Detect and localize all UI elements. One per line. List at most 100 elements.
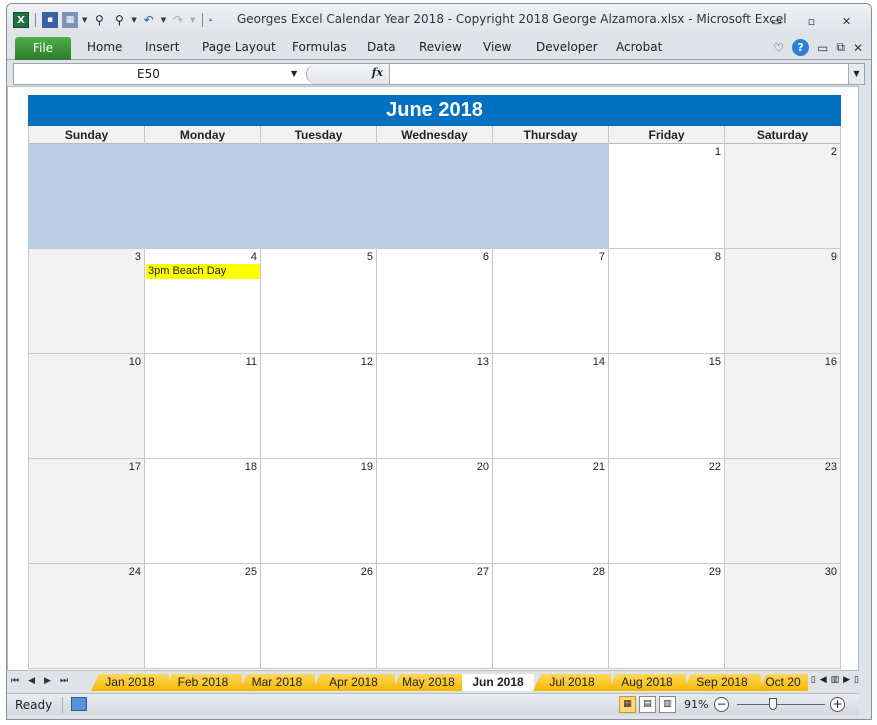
horizontal-scrollbar[interactable]: ▯ ◀ ▥ ▶ ▯	[811, 675, 859, 685]
blank-day-cell[interactable]	[376, 144, 492, 249]
close-button[interactable]: ✕	[829, 12, 864, 30]
calendar-event[interactable]: 3pm Beach Day	[146, 264, 260, 279]
day-cell[interactable]: 20	[376, 459, 492, 564]
restore-button[interactable]: ▫	[794, 12, 829, 30]
tab-developer[interactable]: Developer	[536, 40, 598, 54]
help-icon[interactable]: ?	[792, 39, 810, 56]
blank-day-cell[interactable]	[144, 144, 260, 249]
tab-review[interactable]: Review	[419, 40, 462, 54]
tab-view[interactable]: View	[483, 40, 511, 54]
macro-record-icon[interactable]	[71, 697, 87, 711]
day-cell[interactable]: 1	[608, 144, 724, 249]
dropdown-arrow-icon[interactable]: ▼	[190, 16, 195, 24]
name-box-dropdown-icon[interactable]: ▼	[291, 64, 297, 84]
day-cell[interactable]: 22	[608, 459, 724, 564]
day-cell[interactable]: 6	[376, 249, 492, 354]
sheet-tab[interactable]: Jun 2018	[462, 674, 534, 691]
day-cell[interactable]: 13	[376, 354, 492, 459]
day-cell[interactable]: 14	[492, 354, 608, 459]
day-cell[interactable]: 23	[724, 459, 841, 564]
worksheet[interactable]: June 2018 Sunday Monday Tuesday Wednesday Th…	[7, 86, 859, 671]
zoom-level[interactable]: 91%	[684, 698, 708, 711]
scroll-right-icon[interactable]: ▶	[843, 675, 850, 685]
day-cell[interactable]: 19	[260, 459, 376, 564]
day-cell[interactable]: 9	[724, 249, 841, 354]
day-cell[interactable]: 21	[492, 459, 608, 564]
sheet-tab[interactable]: Feb 2018	[164, 674, 242, 691]
normal-view-icon[interactable]: ▦	[619, 696, 636, 713]
next-sheet-icon[interactable]: ▶	[44, 676, 51, 686]
day-cell[interactable]: 25	[144, 564, 260, 669]
day-cell[interactable]: 10	[28, 354, 144, 459]
zoom-out-button[interactable]: −	[714, 697, 729, 712]
zoom-slider-thumb[interactable]	[769, 698, 777, 710]
workbook-restore-button[interactable]: ⧉	[836, 40, 845, 55]
day-cell[interactable]: 26	[260, 564, 376, 669]
redo-icon[interactable]: ↷	[170, 12, 186, 28]
day-cell[interactable]: 3	[28, 249, 144, 354]
dropdown-arrow-icon[interactable]: ▼	[161, 16, 166, 24]
workbook-minimize-button[interactable]: ▭	[817, 41, 828, 55]
dropdown-arrow-icon[interactable]: ▼	[82, 16, 87, 24]
last-sheet-icon[interactable]: ⏭	[60, 676, 68, 686]
day-cell[interactable]: 24	[28, 564, 144, 669]
sheet-tab[interactable]: Jul 2018	[533, 674, 611, 691]
day-cell[interactable]: 17	[28, 459, 144, 564]
sheet-tab[interactable]: Aug 2018	[608, 674, 686, 691]
sheet-tab[interactable]: Apr 2018	[312, 674, 395, 691]
save-icon[interactable]: ▪	[42, 12, 58, 28]
day-cell[interactable]: 5	[260, 249, 376, 354]
sheet-tab[interactable]: May 2018	[392, 674, 465, 691]
day-cell[interactable]: 12	[260, 354, 376, 459]
tab-insert[interactable]: Insert	[145, 40, 179, 54]
day-cell[interactable]: 8	[608, 249, 724, 354]
workbook-close-button[interactable]: ✕	[853, 41, 863, 55]
sheet-tab[interactable]: Oct 20	[758, 674, 808, 691]
tab-home[interactable]: Home	[87, 40, 122, 54]
blank-day-cell[interactable]	[28, 144, 144, 249]
scroll-thumb[interactable]: ▥	[831, 675, 840, 685]
day-cell[interactable]: 27	[376, 564, 492, 669]
day-cell[interactable]: 30	[724, 564, 841, 669]
day-cell[interactable]: 11	[144, 354, 260, 459]
undo-icon[interactable]: ↶	[141, 12, 157, 28]
sheet-tab[interactable]: Sep 2018	[683, 674, 761, 691]
excel-app-icon[interactable]: X	[13, 12, 29, 28]
day-cell[interactable]: 7	[492, 249, 608, 354]
formula-input[interactable]	[392, 64, 848, 84]
minimize-button[interactable]: ▭	[759, 12, 794, 30]
prev-sheet-icon[interactable]: ◀	[28, 676, 35, 686]
tab-split-handle[interactable]: ▯	[811, 675, 816, 685]
dropdown-arrow-icon[interactable]: ▼	[131, 16, 136, 24]
zoom-slider-track[interactable]	[737, 704, 825, 705]
find-replace-icon[interactable]: ⚲	[111, 12, 127, 28]
zoom-in-button[interactable]: +	[830, 697, 845, 712]
calculator-icon[interactable]: ▦	[62, 12, 78, 28]
day-cell[interactable]: 15	[608, 354, 724, 459]
day-cell[interactable]: 4 3pm Beach Day	[144, 249, 260, 354]
day-cell[interactable]: 18	[144, 459, 260, 564]
minimize-ribbon-icon[interactable]: ♡	[773, 41, 784, 55]
blank-day-cell[interactable]	[260, 144, 376, 249]
customize-qat-icon[interactable]: ⩡	[209, 16, 213, 25]
tab-page-layout[interactable]: Page Layout	[202, 40, 276, 54]
tab-file[interactable]: File	[15, 37, 71, 60]
insert-function-icon[interactable]: fx	[372, 66, 383, 79]
day-cell[interactable]: 16	[724, 354, 841, 459]
blank-day-cell[interactable]	[492, 144, 608, 249]
day-cell[interactable]: 2	[724, 144, 841, 249]
sheet-tab[interactable]: Jan 2018	[91, 674, 169, 691]
page-break-view-icon[interactable]: ▥	[659, 696, 676, 713]
tab-formulas[interactable]: Formulas	[292, 40, 347, 54]
scroll-left-icon[interactable]: ◀	[820, 675, 827, 685]
day-cell[interactable]: 28	[492, 564, 608, 669]
first-sheet-icon[interactable]: ⏮	[11, 676, 19, 686]
expand-formula-bar-icon[interactable]: ▼	[848, 64, 864, 84]
day-cell[interactable]: 29	[608, 564, 724, 669]
find-icon[interactable]: ⚲	[91, 12, 107, 28]
tab-data[interactable]: Data	[367, 40, 396, 54]
sheet-tab[interactable]: Mar 2018	[239, 674, 315, 691]
name-box[interactable]: E50	[14, 64, 299, 84]
tab-acrobat[interactable]: Acrobat	[616, 40, 662, 54]
page-layout-view-icon[interactable]: ▤	[639, 696, 656, 713]
